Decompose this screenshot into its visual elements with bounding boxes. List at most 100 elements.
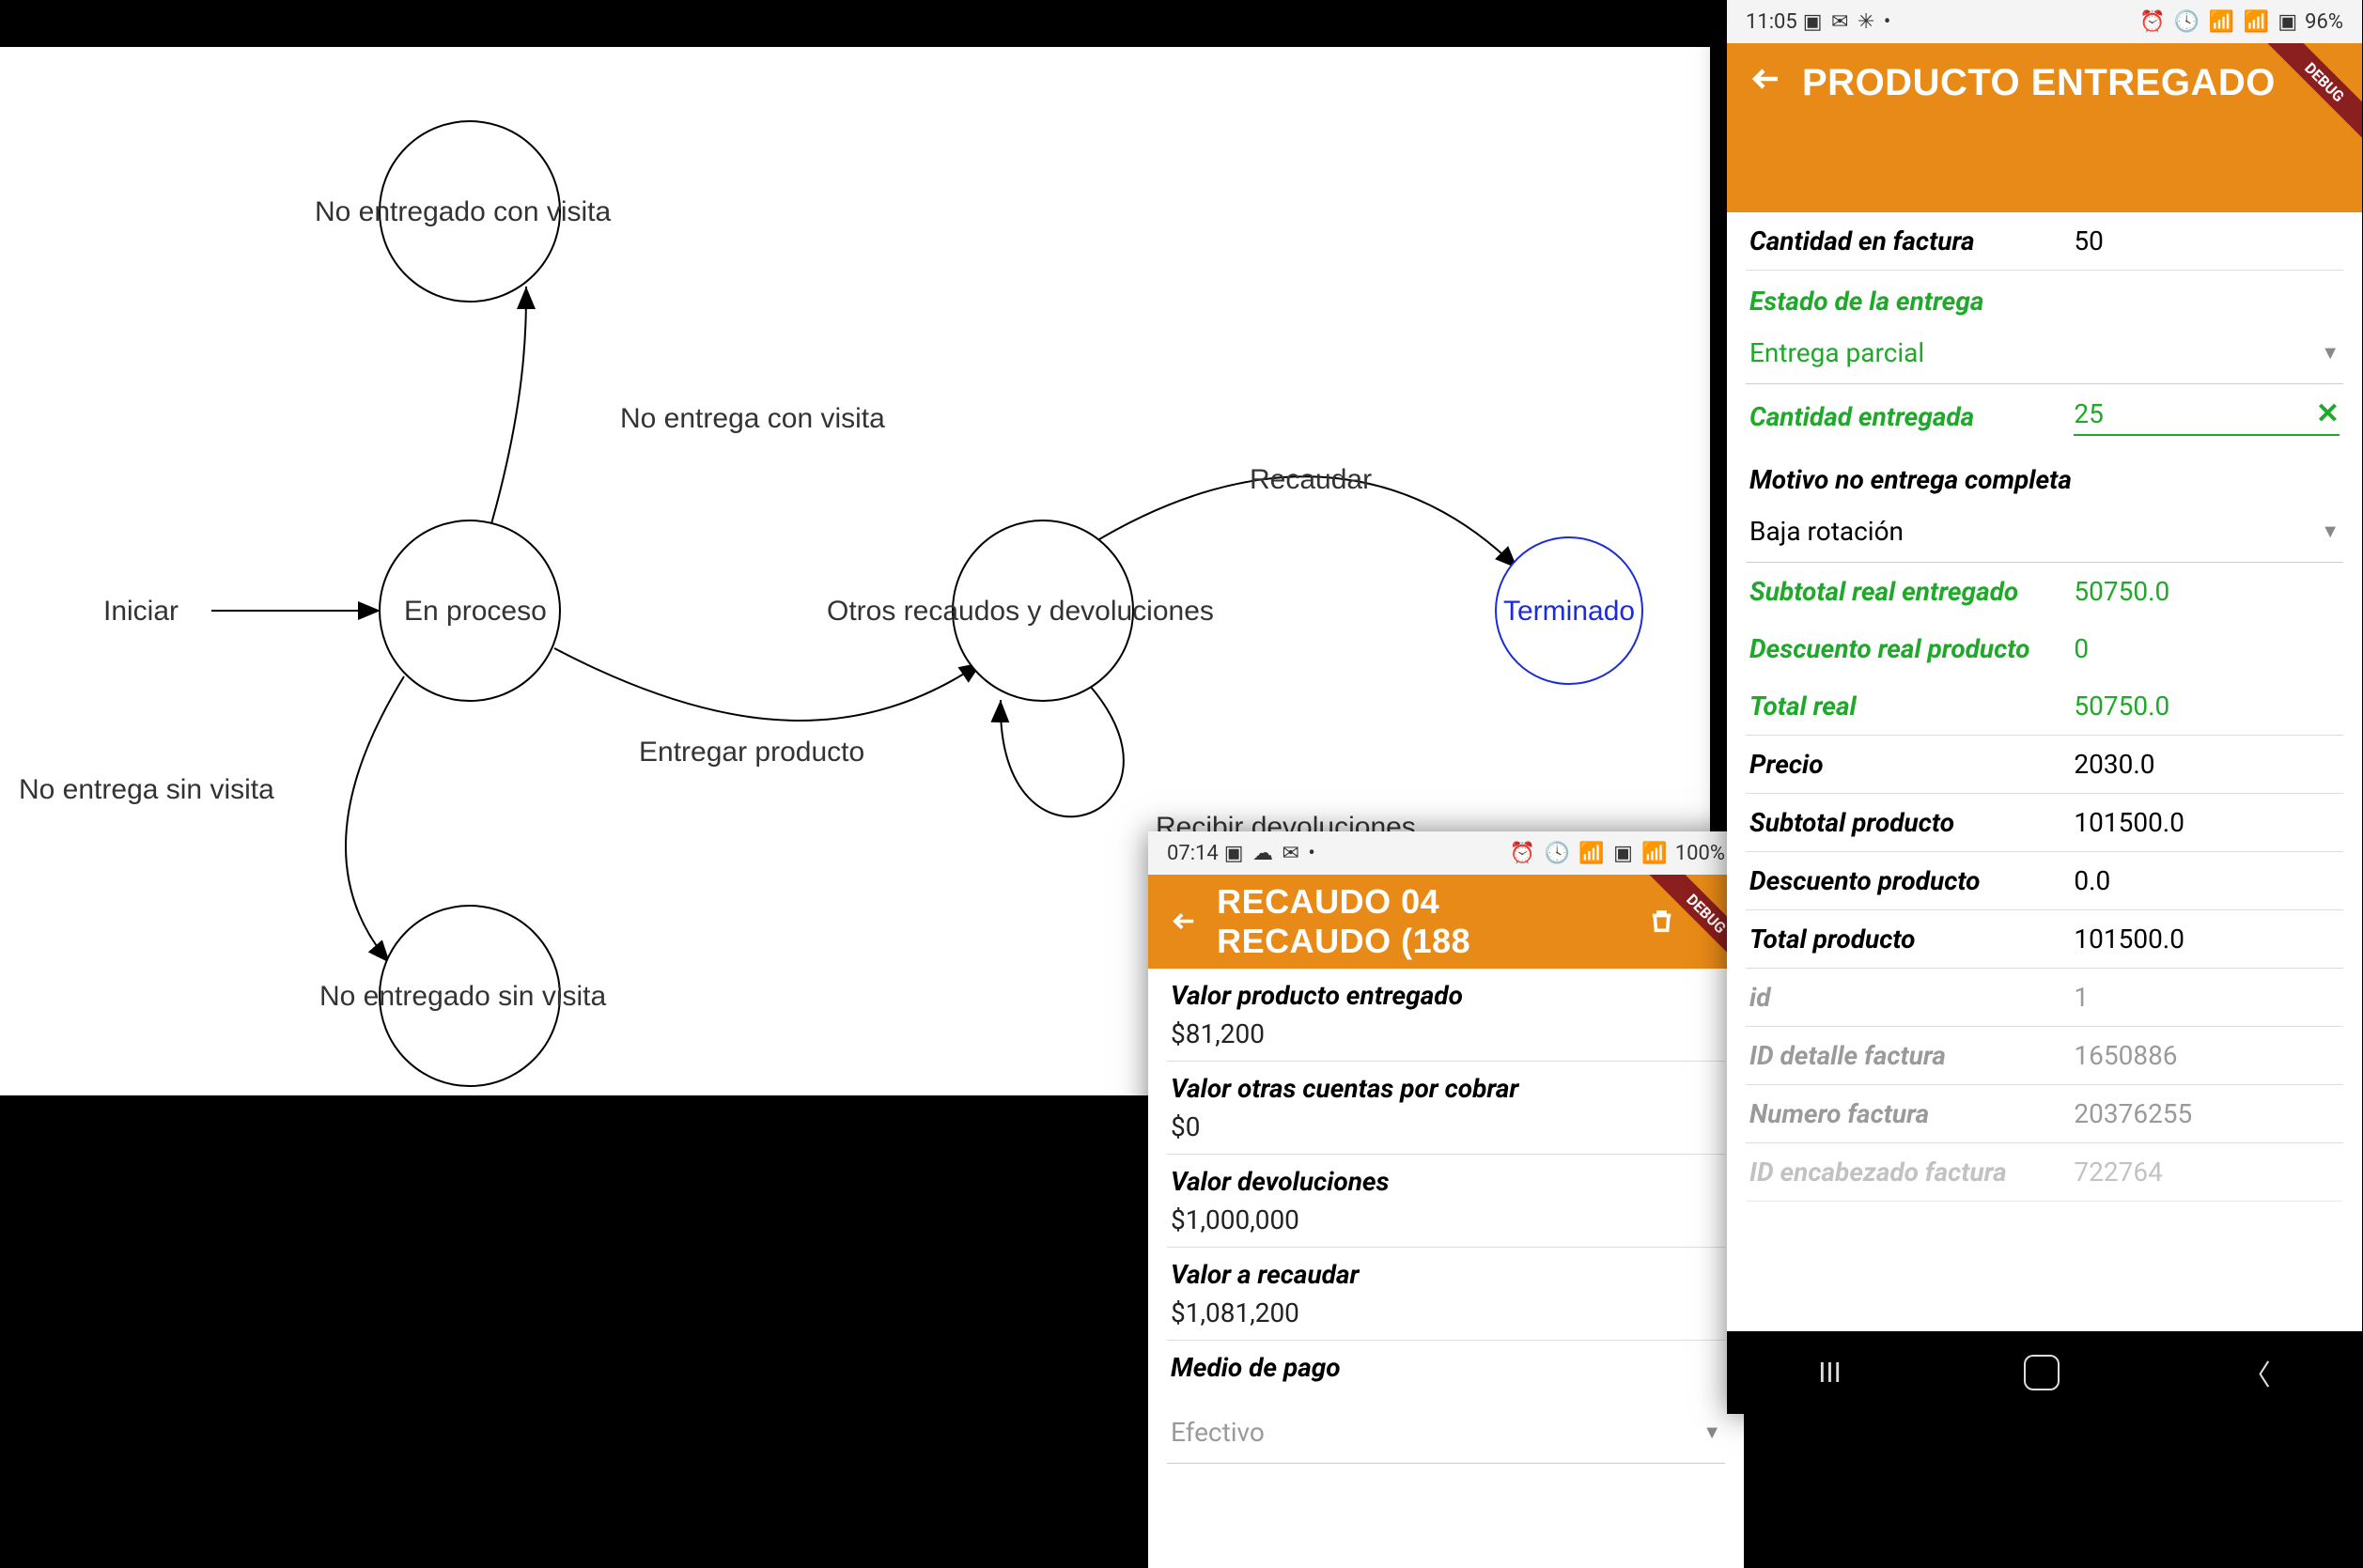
field-value: $0 (1171, 1111, 1721, 1142)
field-label: Valor a recaudar (1171, 1259, 1721, 1290)
field-value: $1,000,000 (1171, 1204, 1721, 1235)
field-value: 1 (2074, 982, 2340, 1013)
trash-icon[interactable] (1648, 905, 1675, 939)
label-estado-entrega: Estado de la entrega (1746, 271, 2343, 322)
status-icons-left: ▣ ✉ ✳ • (1803, 10, 1892, 34)
node-otros: Otros recaudos y devoluciones (827, 520, 1214, 701)
status-bar: 07:14 ▣ ☁ ✉ • ⏰ 🕓 📶 ▣ 📶 100% (1148, 831, 1744, 875)
dropdown-value: Entrega parcial (1749, 337, 1924, 368)
edge-en-proceso-no-entregado-sin-visita (346, 676, 404, 963)
field-label: Total producto (1749, 924, 2074, 955)
edge-label: Recaudar (1250, 464, 1372, 495)
app-bar: RECAUDO 04 RECAUDO (188 (1148, 875, 1744, 969)
row-medio-de-pago: Medio de pago (1167, 1341, 1725, 1402)
row-total-producto: Total producto 101500.0 (1746, 910, 2343, 969)
app-title: PRODUCTO ENTREGADO (1802, 62, 2276, 104)
node-label: En proceso (404, 596, 547, 627)
field-label: Cantidad entregada (1749, 401, 2074, 432)
status-icons-right: ⏰ 🕓 📶 📶 ▣ (2139, 10, 2299, 34)
edge-label: No entrega con visita (620, 403, 885, 434)
field-value: 0 (2074, 633, 2340, 664)
chevron-down-icon: ▼ (2321, 341, 2340, 365)
field-label: Valor devoluciones (1171, 1166, 1721, 1197)
node-label: Otros recaudos y devoluciones (827, 596, 1214, 627)
edge-en-proceso-no-entregado-con-visita (489, 287, 526, 534)
row-valor-otras-cuentas: Valor otras cuentas por cobrar $0 (1167, 1062, 1725, 1155)
field-label: Descuento real producto (1749, 633, 2074, 664)
app-bar: PRODUCTO ENTREGADO (1727, 43, 2362, 212)
row-valor-devoluciones: Valor devoluciones $1,000,000 (1167, 1155, 1725, 1248)
field-label: id (1749, 982, 2074, 1013)
node-no-entregado-sin-visita: No entregado sin visita (319, 906, 606, 1086)
back-icon[interactable] (1749, 62, 1783, 96)
estado-entrega-dropdown[interactable]: Entrega parcial ▼ (1746, 322, 2343, 384)
home-button[interactable] (2024, 1355, 2060, 1390)
phone-recaudo: 07:14 ▣ ☁ ✉ • ⏰ 🕓 📶 ▣ 📶 100% RECAUDO 04 … (1148, 831, 1744, 1568)
field-value: 0.0 (2074, 865, 2340, 896)
status-time: 11:05 (1746, 10, 1797, 34)
field-value: 50750.0 (2074, 576, 2340, 607)
field-value: 101500.0 (2074, 807, 2340, 838)
node-terminado: Terminado (1496, 537, 1642, 684)
field-value: 20376255 (2074, 1098, 2340, 1129)
motivo-dropdown[interactable]: Baja rotación ▼ (1746, 501, 2343, 563)
row-subtotal-real-entregado: Subtotal real entregado 50750.0 (1746, 563, 2343, 620)
node-no-entregado-con-visita: No entregado con visita (315, 121, 612, 302)
dropdown-value: Efectivo (1171, 1417, 1265, 1448)
status-bar: 11:05 ▣ ✉ ✳ • ⏰ 🕓 📶 📶 ▣ 96% (1727, 0, 2362, 43)
field-value: $81,200 (1171, 1018, 1721, 1049)
field-label: ID detalle factura (1749, 1040, 2074, 1071)
row-total-real: Total real 50750.0 (1746, 677, 2343, 736)
phone-producto-entregado: 11:05 ▣ ✉ ✳ • ⏰ 🕓 📶 📶 ▣ 96% PRODUCTO ENT… (1727, 0, 2362, 1414)
medio-de-pago-dropdown[interactable]: Efectivo ▼ (1167, 1402, 1725, 1464)
field-value: 50750.0 (2074, 691, 2340, 722)
back-icon[interactable] (1171, 905, 1198, 939)
row-cantidad-entregada: Cantidad entregada 25 ✕ (1746, 384, 2343, 449)
row-id-encabezado-factura: ID encabezado factura 722764 (1746, 1143, 2343, 1202)
status-icons-left: ▣ ☁ ✉ • (1224, 842, 1317, 865)
status-battery: 96% (2305, 10, 2343, 34)
cantidad-entregada-input[interactable]: 25 ✕ (2074, 397, 2340, 436)
row-id-detalle-factura: ID detalle factura 1650886 (1746, 1027, 2343, 1085)
dropdown-value: Baja rotación (1749, 516, 1904, 547)
row-numero-factura: Numero factura 20376255 (1746, 1085, 2343, 1143)
field-value: 2030.0 (2074, 749, 2340, 780)
field-label: Precio (1749, 749, 2074, 780)
field-value: 50 (2074, 225, 2340, 256)
row-valor-producto-entregado: Valor producto entregado $81,200 (1167, 969, 1725, 1062)
field-label: Total real (1749, 691, 2074, 722)
row-cantidad-en-factura: Cantidad en factura 50 (1746, 212, 2343, 271)
field-label: Cantidad en factura (1749, 225, 2074, 256)
back-button[interactable]: 〈 (2243, 1352, 2271, 1393)
recents-button[interactable]: III (1818, 1357, 1841, 1389)
edge-otros-self (1001, 686, 1124, 816)
row-precio: Precio 2030.0 (1746, 736, 2343, 794)
field-value: 1650886 (2074, 1040, 2340, 1071)
edge-label: No entrega sin visita (19, 774, 274, 805)
android-nav-bar: III 〈 (1727, 1331, 2362, 1414)
clear-icon[interactable]: ✕ (2316, 397, 2340, 430)
node-label: No entregado con visita (315, 196, 612, 227)
row-descuento-real-producto: Descuento real producto 0 (1746, 620, 2343, 677)
row-id: id 1 (1746, 969, 2343, 1027)
label-iniciar: Iniciar (103, 596, 179, 627)
status-icons-right: ⏰ 🕓 📶 ▣ 📶 (1510, 842, 1670, 865)
send-icon[interactable] (1694, 905, 1721, 939)
field-value: 722764 (2074, 1157, 2340, 1188)
chevron-down-icon: ▼ (1702, 1421, 1721, 1444)
node-label: No entregado sin visita (319, 981, 606, 1012)
node-label: Terminado (1503, 596, 1635, 627)
status-battery: 100% (1675, 842, 1725, 865)
node-en-proceso: En proceso (380, 520, 560, 701)
field-value: $1,081,200 (1171, 1297, 1721, 1328)
label-motivo-no-entrega: Motivo no entrega completa (1746, 449, 2343, 501)
app-title: RECAUDO 04 RECAUDO (188 (1217, 882, 1610, 961)
field-label: Numero factura (1749, 1098, 2074, 1129)
status-time: 07:14 (1167, 842, 1219, 865)
row-valor-a-recaudar: Valor a recaudar $1,081,200 (1167, 1248, 1725, 1341)
field-label: ID encabezado factura (1749, 1157, 2074, 1188)
field-value: 101500.0 (2074, 924, 2340, 955)
field-label: Medio de pago (1171, 1352, 1721, 1383)
input-value: 25 (2074, 398, 2103, 429)
field-label: Valor producto entregado (1171, 980, 1721, 1011)
